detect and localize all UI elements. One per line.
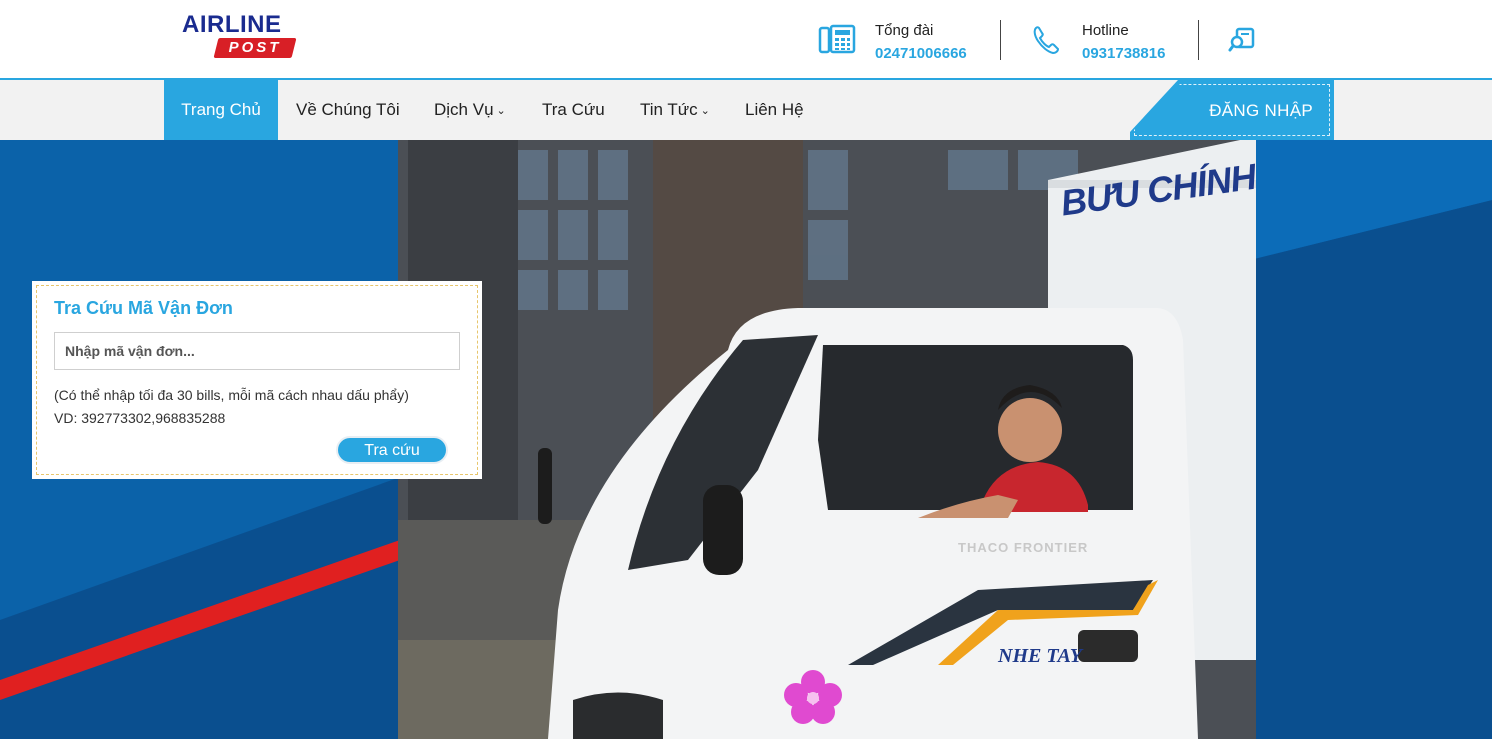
tracking-example: VD: 392773302,968835288 [54,410,226,426]
search-document-icon[interactable] [1228,27,1256,53]
nav-item-home[interactable]: Trang Chủ [164,80,278,140]
nav-item-label: Tra Cứu [542,100,605,119]
tracking-code-input[interactable] [54,332,460,370]
tracking-hint: (Có thể nhập tối đa 30 bills, mỗi mã các… [54,387,409,403]
hotline-number[interactable]: 0931738816 [1082,45,1165,62]
nav-item-label: Liên Hệ [745,100,804,119]
switchboard-number[interactable]: 02471006666 [875,45,967,62]
hero-photo: BƯU CHÍNH NỘI BÀI THACO FRONTIER NHE TAY [398,140,1256,739]
tracking-title: Tra Cứu Mã Vận Đơn [54,298,233,318]
phone-icon [1033,26,1060,55]
nav-item-label: Về Chúng Tôi [296,100,400,119]
nav-item-about[interactable]: Về Chúng Tôi [296,80,400,140]
chevron-down-icon: ⌄ [700,105,710,117]
logo-badge-post: POST [213,38,297,58]
nav-item-label: Trang Chủ [181,100,261,119]
nav-item-tracking[interactable]: Tra Cứu [542,80,605,140]
tracking-panel-inner: Tra Cứu Mã Vận Đơn (Có thể nhập tối đa 3… [36,285,478,475]
header-divider [1000,20,1001,60]
nav-item-news[interactable]: Tin Tức ⌄ [640,80,710,140]
login-button[interactable]: ĐĂNG NHẬP [1134,84,1330,136]
switchboard-label: Tổng đài [875,22,934,39]
logo-text-airline: AIRLINE [182,11,282,38]
tracking-submit-button[interactable]: Tra cứu [336,436,448,464]
airline-post-logo[interactable]: AIRLINE POST [182,12,298,60]
nav-item-label: Dịch Vụ [434,100,494,119]
truck-model-badge: THACO FRONTIER [958,540,1089,555]
nav-item-services[interactable]: Dịch Vụ ⌄ [434,80,506,140]
site-header: AIRLINE POST Tổng đài 02471006666 Hotlin… [0,0,1492,78]
tracking-panel: Tra Cứu Mã Vận Đơn (Có thể nhập tối đa 3… [32,281,482,479]
switchboard-contact: Tổng đài 02471006666 [818,18,978,64]
chevron-down-icon: ⌄ [496,105,506,117]
office-phone-icon [818,24,856,54]
hotline-contact: Hotline 0931738816 [1030,18,1180,64]
header-divider [1198,20,1199,60]
login-button-wrap: ĐĂNG NHẬP [1130,80,1334,140]
logo-text-post: POST [228,39,282,56]
hotline-label: Hotline [1082,22,1129,39]
nav-item-contact[interactable]: Liên Hệ [745,80,804,140]
truck-door-decal: NHE TAY [998,645,1082,667]
nav-item-label: Tin Tức [640,100,698,119]
slider-prev-arrow[interactable]: ) [0,563,6,591]
delivery-truck-illustration [398,140,1256,739]
